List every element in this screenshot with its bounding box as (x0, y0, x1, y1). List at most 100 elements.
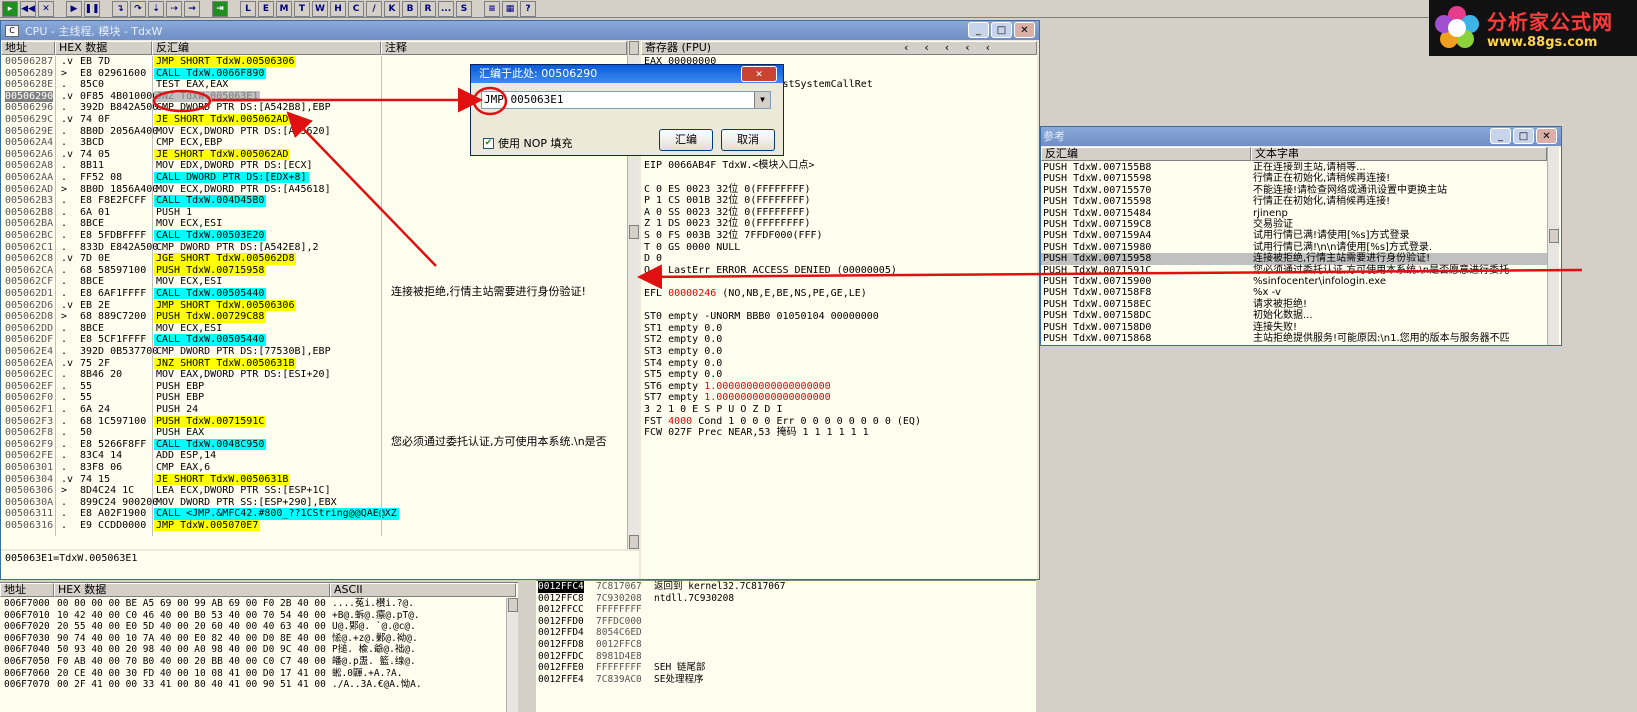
reference-row[interactable]: PUSH TdxW.007158D0 连接失败! (1041, 322, 1547, 333)
toolbar-button-2[interactable]: M (276, 0, 292, 17)
maximize-button[interactable]: □ (991, 22, 1012, 38)
reference-row[interactable]: PUSH TdxW.00715868 主站拒绝提供服务!可能原因:\n1.您用的版… (1041, 333, 1547, 344)
register-line[interactable]: O 0 LastErr ERROR_ACCESS_DENIED (0000000… (644, 265, 897, 277)
step-into-icon[interactable]: ↴ (112, 0, 128, 17)
reference-row[interactable]: PUSH TdxW.007158EC 请求被拒绝! (1041, 299, 1547, 310)
register-nav-arrows[interactable]: ‹‹‹‹‹ (904, 41, 1006, 54)
execute-till-return-icon[interactable]: → (184, 0, 200, 17)
disasm-row[interactable]: 005062B8. 6A 01 PUSH 1 (1, 207, 627, 218)
toolbar-button-12[interactable]: S (456, 0, 472, 17)
dump-row[interactable]: 006F7000 00 00 00 00 BE A5 69 00 99 AB 69… (0, 598, 506, 610)
register-line[interactable]: S 0 FS 003B 32位 7FFDF000(FFF) (644, 230, 823, 242)
stack-row[interactable]: 0012FFCC FFFFFFFF (536, 604, 1036, 616)
disasm-row[interactable]: 00506311. E8 A02F1900 CALL <JMP.&MFC42.#80… (1, 508, 627, 520)
disasm-row[interactable]: 005062DD. 8BCE MOV ECX,ESI (1, 323, 627, 334)
disasm-row[interactable]: 005062EF. 55 PUSH EBP (1, 381, 627, 392)
assemble-input[interactable]: JMP 005063E1 ▼ (481, 91, 771, 109)
reference-row[interactable]: PUSH TdxW.00715980 试用行情已满!\n\n请使用[%s]方式登录… (1041, 242, 1547, 253)
disasm-row[interactable]: 005062AA. FF52 08 CALL DWORD PTR DS:[EDX+8… (1, 172, 627, 184)
register-line[interactable]: ST4 empty 0.0 (644, 358, 722, 370)
register-line[interactable]: P 1 CS 001B 32位 0(FFFFFFFF) (644, 195, 811, 207)
register-line[interactable]: ST3 empty 0.0 (644, 346, 722, 358)
dump-col-hex[interactable]: HEX 数据 (54, 583, 330, 597)
disasm-row[interactable]: 005062FE. 83C4 14 ADD ESP,14 (1, 450, 627, 461)
grid-icon[interactable]: ▦ (502, 0, 518, 17)
register-line[interactable]: C 0 ES 0023 32位 0(FFFFFFFF) (644, 184, 811, 196)
dump-scroll-up-icon[interactable] (508, 598, 518, 612)
scroll-down-icon[interactable] (629, 535, 639, 549)
register-line[interactable]: EFL 00000246 (NO,NB,E,BE,NS,PE,GE,LE) (644, 288, 867, 300)
disasm-row[interactable]: 005062B3. E8 F8E2FCFF CALL TdxW.004D45B0 (1, 195, 627, 207)
reference-row[interactable]: PUSH TdxW.0071591C 您必须通过委托认证,方可使用本系统.\n是否… (1041, 265, 1547, 276)
register-line[interactable]: FST 4000 Cond 1 0 0 0 Err 0 0 0 0 0 0 0 … (644, 416, 921, 428)
stack-pane[interactable]: 0012FFC4 7C817067 返回到 kernel32.7C817067 001… (536, 580, 1036, 712)
nop-fill-checkbox[interactable]: ✔ 使用 NOP 填充 (483, 135, 573, 151)
disasm-row[interactable]: 005062EA .v 75 2F JNZ SHORT TdxW.0050631B (1, 357, 627, 369)
register-line[interactable]: ST2 empty 0.0 (644, 334, 722, 346)
register-line[interactable]: ST0 empty -UNORM BBB0 01050104 00000000 (644, 311, 879, 323)
go-to-icon[interactable]: ⇥ (212, 0, 228, 17)
toolbar-button-11[interactable]: ... (438, 0, 454, 17)
toolbar-button-9[interactable]: B (402, 0, 418, 17)
references-list[interactable]: 反汇编 文本字串 PUSH TdxW.007155B8 正在连接到主站,请稍等..… (1041, 147, 1561, 345)
stack-row[interactable]: 0012FFC4 7C817067 返回到 kernel32.7C817067 (536, 581, 1036, 593)
reference-row[interactable]: PUSH TdxW.00715484 rjinenp (1041, 208, 1547, 219)
disasm-row[interactable]: 00506316. E9 CCDD0000 JMP TdxW.005070E7 (1, 520, 627, 532)
close-icon[interactable]: ✕ (38, 0, 54, 17)
toolbar-button-5[interactable]: H (330, 0, 346, 17)
ref-scroll-thumb[interactable] (1549, 229, 1559, 243)
disasm-row[interactable]: 005062BA. 8BCE MOV ECX,ESI (1, 218, 627, 229)
ref-minimize-button[interactable]: _ (1490, 128, 1511, 144)
restart-icon[interactable]: ◀◀ (20, 0, 36, 17)
open-icon[interactable]: ▸ (2, 0, 18, 17)
disasm-row[interactable]: 00506306 >8D4C24 1C LEA ECX,DWORD PTR SS:[… (1, 485, 627, 496)
disasm-row[interactable]: 005062E4. 392D 0B537700 CMP DWORD PTR DS:[… (1, 346, 627, 357)
reference-row[interactable]: PUSH TdxW.00715598 行情正在初始化,请稍候再连接! (1041, 196, 1547, 207)
col-comment[interactable]: 注释 (381, 41, 627, 55)
register-line[interactable]: ST6 empty 1.0000000000000000000 (644, 381, 831, 393)
register-line[interactable]: ST1 empty 0.0 (644, 323, 722, 335)
reference-row[interactable]: PUSH TdxW.007159A4 试用行情已满!请使用[%s]方式登录 (1041, 230, 1547, 241)
reference-row[interactable]: PUSH TdxW.00715570 不能连接!请检查网络或通讯设置中更换主站 (1041, 185, 1547, 196)
col-addr[interactable]: 地址 (1, 41, 55, 55)
dump-row[interactable]: 006F7040 50 93 40 00 20 98 40 00 A0 98 40… (0, 644, 506, 656)
trace-into-icon[interactable]: ⇣ (148, 0, 164, 17)
help-icon[interactable]: ? (520, 0, 536, 17)
stack-row[interactable]: 0012FFD0 7FFDC000 (536, 616, 1036, 628)
dropdown-arrow-icon[interactable]: ▼ (754, 92, 770, 108)
register-line[interactable]: FCW 027F Prec NEAR,53 掩码 1 1 1 1 1 1 (644, 427, 869, 439)
toolbar-button-1[interactable]: E (258, 0, 274, 17)
scroll-thumb[interactable] (629, 225, 639, 239)
disasm-row[interactable]: 005062D6 .v EB 2E JMP SHORT TdxW.00506306 (1, 299, 627, 311)
toolbar-button-7[interactable]: / (366, 0, 382, 17)
disasm-row[interactable]: 005062EC. 8B46 20 MOV EAX,DWORD PTR DS:[ES… (1, 369, 627, 380)
dump-row[interactable]: 006F7020 20 55 40 00 E0 5D 40 00 20 60 40… (0, 621, 506, 633)
dump-row[interactable]: 006F7030 90 74 40 00 10 7A 40 00 E0 82 40… (0, 633, 506, 645)
close-button[interactable]: ✕ (1014, 22, 1035, 38)
disasm-row[interactable]: 005062C8 .v 7D 0E JGE SHORT TdxW.005062D8 (1, 253, 627, 265)
assemble-button[interactable]: 汇编 (659, 129, 713, 151)
toolbar-button-8[interactable]: K (384, 0, 400, 17)
disasm-row[interactable]: 005062BC. E8 5FDBFFFF CALL TdxW.00503E20 (1, 230, 627, 242)
register-line[interactable]: ST5 empty 0.0 (644, 369, 722, 381)
disasm-row[interactable]: 005062DF. E8 5CF1FFFF CALL TdxW.00505440 (1, 334, 627, 346)
ref-scrollbar[interactable] (1547, 147, 1559, 345)
register-line[interactable]: EIP 0066AB4F TdxW.<模块入口点> (644, 160, 814, 172)
disasm-row[interactable]: 005062AD >8B0D 1856A400 MOV ECX,DWORD PTR … (1, 184, 627, 195)
toolbar-button-3[interactable]: T (294, 0, 310, 17)
dialog-close-icon[interactable]: ✕ (741, 66, 777, 82)
run-icon[interactable]: ▶ (66, 0, 82, 17)
reference-row[interactable]: PUSH TdxW.007159C8 交易验证 (1041, 219, 1547, 230)
stack-row[interactable]: 0012FFE4 7C839AC0 SE处理程序 (536, 674, 1036, 686)
dump-row[interactable]: 006F7010 10 42 40 00 C0 46 40 00 B0 53 40… (0, 610, 506, 622)
pause-icon[interactable]: ❚❚ (84, 0, 100, 17)
disasm-row[interactable]: 005062F3. 68 1C597100 PUSH TdxW.0071591C (1, 415, 627, 427)
cpu-window-titlebar[interactable]: C CPU - 主线程, 模块 - TdxW _ □ ✕ (1, 21, 1039, 40)
ref-col-text[interactable]: 文本字串 (1251, 147, 1547, 161)
disasm-row[interactable]: 005062C1. 833D E842A500 CMP DWORD PTR DS:[… (1, 242, 627, 253)
cancel-button[interactable]: 取消 (721, 129, 775, 151)
disasm-row[interactable]: 005062A8. 8B11 MOV EDX,DWORD PTR DS:[ECX] (1, 160, 627, 171)
toolbar-button-4[interactable]: W (312, 0, 328, 17)
checkmark-icon[interactable]: ✔ (483, 137, 494, 149)
disasm-row[interactable]: 005062F0. 55 PUSH EBP (1, 392, 627, 403)
